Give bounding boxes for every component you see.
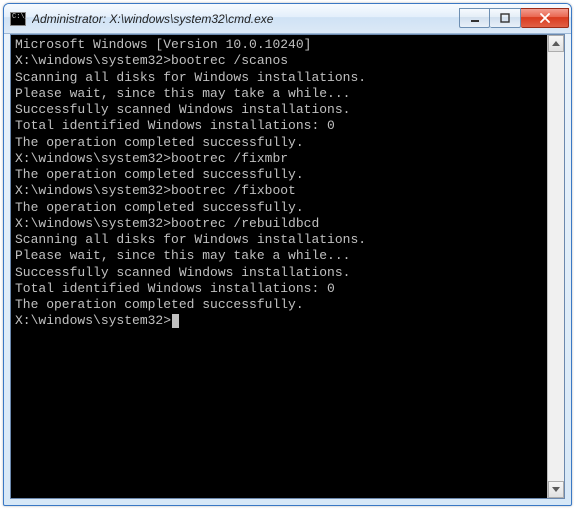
output-line: Please wait, since this may take a while… bbox=[15, 248, 543, 264]
output-line: The operation completed successfully. bbox=[15, 135, 543, 151]
output-line: Successfully scanned Windows installatio… bbox=[15, 265, 543, 281]
scroll-down-button[interactable] bbox=[548, 481, 564, 498]
command-line: X:\windows\system32>bootrec /fixboot bbox=[15, 183, 543, 199]
output-line: Scanning all disks for Windows installat… bbox=[15, 232, 543, 248]
maximize-button[interactable] bbox=[490, 8, 521, 28]
title-bar[interactable]: Administrator: X:\windows\system32\cmd.e… bbox=[4, 4, 571, 34]
command-line: X:\windows\system32>bootrec /rebuildbcd bbox=[15, 216, 543, 232]
cmd-icon bbox=[10, 12, 26, 26]
scroll-up-button[interactable] bbox=[548, 35, 564, 52]
output-line: The operation completed successfully. bbox=[15, 167, 543, 183]
output-line: Total identified Windows installations: … bbox=[15, 118, 543, 134]
chevron-up-icon bbox=[552, 41, 560, 46]
version-line: Microsoft Windows [Version 10.0.10240] bbox=[15, 37, 543, 53]
window-frame: Administrator: X:\windows\system32\cmd.e… bbox=[3, 3, 572, 506]
command-line: X:\windows\system32>bootrec /scanos bbox=[15, 53, 543, 69]
minimize-button[interactable] bbox=[459, 8, 490, 28]
chevron-down-icon bbox=[552, 487, 560, 492]
scrollbar-vertical[interactable] bbox=[547, 35, 564, 498]
terminal-output[interactable]: Microsoft Windows [Version 10.0.10240]X:… bbox=[11, 35, 547, 498]
close-button[interactable] bbox=[521, 8, 569, 28]
output-line: The operation completed successfully. bbox=[15, 297, 543, 313]
cursor bbox=[172, 314, 179, 328]
window-controls bbox=[459, 9, 569, 28]
scrollbar-track[interactable] bbox=[548, 52, 564, 481]
command-line: X:\windows\system32>bootrec /fixmbr bbox=[15, 151, 543, 167]
output-line: Successfully scanned Windows installatio… bbox=[15, 102, 543, 118]
window-title: Administrator: X:\windows\system32\cmd.e… bbox=[32, 12, 455, 26]
output-line: The operation completed successfully. bbox=[15, 200, 543, 216]
output-line: Please wait, since this may take a while… bbox=[15, 86, 543, 102]
output-line: Total identified Windows installations: … bbox=[15, 281, 543, 297]
client-area: Microsoft Windows [Version 10.0.10240]X:… bbox=[10, 34, 565, 499]
output-line: Scanning all disks for Windows installat… bbox=[15, 70, 543, 86]
active-prompt[interactable]: X:\windows\system32> bbox=[15, 313, 543, 329]
